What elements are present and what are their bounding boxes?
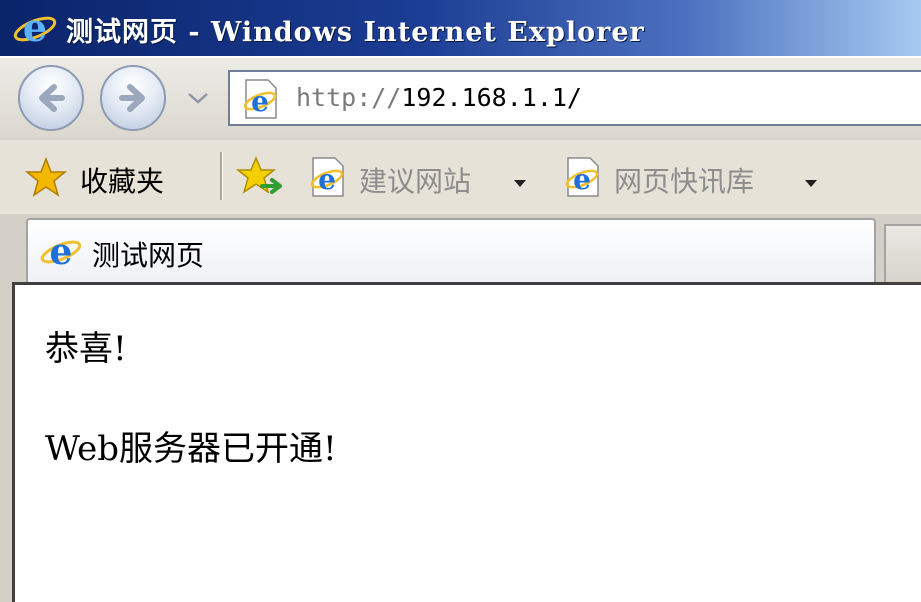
page-ie-icon: e	[238, 78, 282, 124]
recent-pages-dropdown[interactable]	[186, 90, 210, 109]
favorites-button[interactable]: 收藏夹	[80, 160, 164, 200]
address-url[interactable]: http://192.168.1.1/	[296, 83, 582, 112]
navigation-bar: e http://192.168.1.1/	[0, 58, 921, 138]
favorites-star-icon[interactable]	[24, 156, 68, 203]
page-content: 恭喜! Web服务器已开通!	[12, 282, 921, 602]
svg-text:e: e	[23, 9, 47, 49]
add-to-favorites-bar-icon[interactable]	[235, 156, 286, 204]
svg-text:e: e	[318, 163, 336, 196]
web-slice-gallery-label: 网页快讯库	[614, 165, 755, 198]
suggested-sites-label: 建议网站	[359, 165, 472, 198]
address-bar[interactable]: e http://192.168.1.1/	[228, 70, 921, 126]
arrow-right-icon	[119, 84, 145, 112]
url-host: 192.168.1.1/	[401, 83, 582, 112]
svg-text:e: e	[573, 163, 591, 196]
chevron-down-icon	[188, 93, 208, 104]
svg-text:e: e	[50, 232, 73, 272]
ie-logo-icon: e	[12, 5, 58, 53]
back-button[interactable]	[18, 65, 84, 131]
ie-window: e 测试网页 - Windows Internet Explorer e htt…	[0, 0, 921, 602]
caret-down-icon[interactable]	[804, 174, 818, 193]
ie-logo-icon: e	[38, 231, 84, 276]
favorites-bar: 收藏夹 e 建议网站 e 网页快讯库	[0, 140, 921, 214]
arrow-left-icon	[39, 84, 65, 112]
tab-strip: e 测试网页	[0, 214, 921, 284]
window-title: 测试网页 - Windows Internet Explorer	[66, 17, 645, 48]
favorites-separator	[220, 152, 223, 200]
web-slice-gallery-link[interactable]: e 网页快讯库	[560, 156, 830, 198]
page-ie-icon: e	[560, 156, 604, 202]
new-tab-button[interactable]	[884, 224, 921, 284]
forward-button[interactable]	[100, 65, 166, 131]
tab-label: 测试网页	[92, 239, 205, 272]
title-bar[interactable]: e 测试网页 - Windows Internet Explorer	[0, 0, 921, 58]
suggested-sites-link[interactable]: e 建议网站	[305, 156, 535, 198]
page-ie-icon: e	[305, 156, 349, 202]
svg-text:e: e	[251, 85, 269, 118]
page-heading: 恭喜!	[45, 329, 127, 369]
tab-test-page[interactable]: e 测试网页	[26, 218, 876, 284]
page-message: Web服务器已开通!	[45, 429, 337, 469]
url-protocol: http://	[296, 83, 402, 112]
caret-down-icon[interactable]	[513, 174, 527, 193]
